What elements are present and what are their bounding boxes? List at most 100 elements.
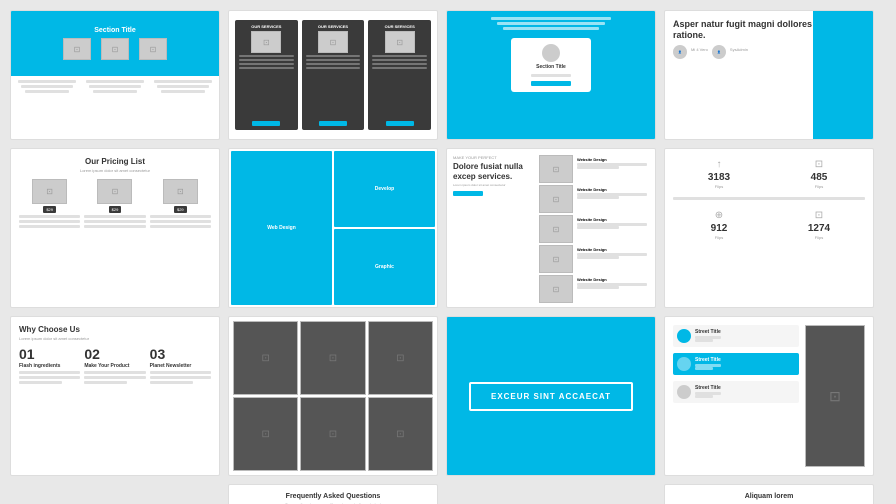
mosaic-cell-4: ⊡ bbox=[233, 397, 298, 471]
pricing-lines-2 bbox=[304, 55, 363, 119]
why-choose-inner: Why Choose Us Lorem ipsum dolor sit amet… bbox=[11, 317, 219, 392]
pricing-btn-2[interactable] bbox=[319, 121, 347, 126]
card-why-choose: Why Choose Us Lorem ipsum dolor sit amet… bbox=[10, 316, 220, 476]
card-cta: EXCEUR SINT ACCAECAT bbox=[446, 316, 656, 476]
services-img-row-3: ⊡ Website Design bbox=[539, 215, 649, 243]
modal-cta-btn[interactable] bbox=[531, 81, 571, 86]
price-col-3: ⊡ $29 bbox=[150, 179, 211, 228]
services-btn[interactable] bbox=[453, 191, 483, 196]
price-badge-2: $29 bbox=[109, 206, 122, 213]
pricing-item-1: OUR SERVICES ⊡ bbox=[235, 20, 298, 130]
services-img-row-1: ⊡ Website Design bbox=[539, 155, 649, 183]
price-lines-3 bbox=[150, 215, 211, 228]
mosaic-cell-5: ⊡ bbox=[300, 397, 365, 471]
stat-label-4: Flips bbox=[815, 235, 823, 240]
services-sub: Lorem ipsum dolor sit amet consectetur bbox=[453, 183, 533, 187]
card-stats-numbers: ↑ 3183 Flips ⊡ 485 Flips ⊕ 912 Flips bbox=[664, 148, 874, 308]
service-img-2: ⊡ bbox=[539, 185, 573, 213]
stat-icon-2: ⊡ bbox=[812, 157, 826, 171]
aliquam-inner: Aliquam lorem Propsent su. Business clie… bbox=[665, 485, 873, 504]
why-lines-1 bbox=[19, 371, 80, 384]
dark-mosaic-inner: ⊡ ⊡ ⊡ ⊡ ⊡ ⊡ bbox=[229, 317, 437, 475]
stat-label-1: Flips bbox=[715, 184, 723, 189]
stat-item-3: ⊕ 912 Flips bbox=[673, 208, 765, 240]
pricing-list-inner: Our Pricing List Lorem ipsum dolor sit a… bbox=[11, 149, 219, 236]
card-services: MAKE YOUR PERFECT Dolore fusiat nulla ex… bbox=[446, 148, 656, 308]
mosaic-cell-2: ⊡ bbox=[300, 321, 365, 395]
why-sub: Lorem ipsum dolor sit amet consectetur bbox=[19, 336, 211, 341]
why-lines-2 bbox=[84, 371, 145, 384]
pricing-header-2: OUR SERVICES bbox=[318, 24, 348, 29]
feature-dark-left: Street Title Street Title bbox=[673, 325, 799, 467]
why-title: Why Choose Us bbox=[19, 325, 211, 334]
card-web-design: Web Design Develop Graphic bbox=[228, 148, 438, 308]
card-faq: Frequently Asked Questions Cum sociis na… bbox=[228, 484, 438, 504]
hero-icon-1: ⊡ bbox=[63, 38, 91, 60]
pricing-lines-3 bbox=[370, 55, 429, 119]
stats-users: 👤 Mi 4 Vero 👤 SysAdmin bbox=[673, 45, 813, 59]
hero-icons-row: ⊡ ⊡ ⊡ bbox=[63, 38, 167, 60]
modal-box: Section Title bbox=[511, 38, 591, 92]
pricing-btn-1[interactable] bbox=[252, 121, 280, 126]
pricing-item-2: OUR SERVICES ⊡ bbox=[302, 20, 365, 130]
stat-number-2: 485 bbox=[811, 172, 828, 183]
service-label-2: Website Design bbox=[575, 185, 649, 213]
stat-item-1: ↑ 3183 Flips bbox=[673, 157, 765, 189]
web-design-cell-2: Develop bbox=[334, 151, 435, 227]
pricing-list-cols: ⊡ $29 ⊡ $29 ⊡ $29 bbox=[19, 179, 211, 228]
services-img-row-4: ⊡ Website Design bbox=[539, 245, 649, 273]
services-right: ⊡ Website Design ⊡ Website Design ⊡ bbox=[539, 155, 649, 303]
card-hero-modal: Section Title bbox=[446, 10, 656, 140]
hero-modal-bg: Section Title bbox=[447, 11, 655, 139]
stat-icon-4: ⊡ bbox=[812, 208, 826, 222]
why-num-3: 03 bbox=[150, 347, 211, 361]
service-label-1: Website Design bbox=[575, 155, 649, 183]
hero-modal-text bbox=[491, 17, 611, 30]
stat-number-3: 912 bbox=[711, 223, 728, 234]
why-num-title-2: Make Your Product bbox=[84, 363, 145, 369]
service-label-3: Website Design bbox=[575, 215, 649, 243]
services-eyebrow: MAKE YOUR PERFECT bbox=[453, 155, 533, 160]
pricing-list-title: Our Pricing List bbox=[19, 157, 211, 166]
card-hero-bottom bbox=[11, 76, 219, 97]
pricing-img-1: ⊡ bbox=[251, 31, 281, 53]
feature-text-block-2: Street Title bbox=[695, 357, 721, 370]
feature-right-img: ⊡ bbox=[805, 325, 865, 467]
service-img-4: ⊡ bbox=[539, 245, 573, 273]
feature-title-1: Street Title bbox=[695, 329, 721, 335]
web-design-inner: Web Design Develop Graphic bbox=[229, 149, 437, 307]
why-num-title-3: Planet Newsletter bbox=[150, 363, 211, 369]
why-num-1: 01 bbox=[19, 347, 80, 361]
why-col-2: 02 Make Your Product bbox=[84, 347, 145, 384]
cta-btn[interactable]: EXCEUR SINT ACCAECAT bbox=[469, 382, 633, 411]
services-left: MAKE YOUR PERFECT Dolore fusiat nulla ex… bbox=[453, 155, 533, 303]
price-col-1: ⊡ $29 bbox=[19, 179, 80, 228]
feature-icon-1 bbox=[677, 329, 691, 343]
card-pricing-list: Our Pricing List Lorem ipsum dolor sit a… bbox=[10, 148, 220, 308]
pricing-img-2: ⊡ bbox=[318, 31, 348, 53]
feature-item-1: Street Title bbox=[673, 325, 799, 347]
price-lines-2 bbox=[84, 215, 145, 228]
faq-inner: Frequently Asked Questions Cum sociis na… bbox=[229, 485, 437, 504]
user-label-2: SysAdmin bbox=[730, 47, 748, 59]
faq-title: Frequently Asked Questions bbox=[237, 493, 429, 500]
price-img-1: ⊡ bbox=[32, 179, 67, 204]
feature-icon-3 bbox=[677, 385, 691, 399]
why-num-title-1: Flash ingredients bbox=[19, 363, 80, 369]
user-avatar-1: 👤 bbox=[673, 45, 687, 59]
feature-item-3: Street Title bbox=[673, 381, 799, 403]
why-col-3: 03 Planet Newsletter bbox=[150, 347, 211, 384]
web-design-cell-1: Web Design bbox=[231, 151, 332, 305]
card-aliquam: Aliquam lorem Propsent su. Business clie… bbox=[664, 484, 874, 504]
feature-item-2: Street Title bbox=[673, 353, 799, 375]
why-cols: 01 Flash ingredients 02 Make Your Produc… bbox=[19, 347, 211, 384]
feature-icon-2 bbox=[677, 357, 691, 371]
price-img-3: ⊡ bbox=[163, 179, 198, 204]
main-grid: Section Title ⊡ ⊡ ⊡ bbox=[0, 0, 896, 504]
pricing-header-3: OUR SERVICES bbox=[385, 24, 415, 29]
services-img-row-2: ⊡ Website Design bbox=[539, 185, 649, 213]
stat-number-1: 3183 bbox=[708, 172, 730, 183]
card-dark-mosaic: ⊡ ⊡ ⊡ ⊡ ⊡ ⊡ bbox=[228, 316, 438, 476]
card-hero-top: Section Title ⊡ ⊡ ⊡ bbox=[11, 11, 219, 76]
pricing-btn-3[interactable] bbox=[386, 121, 414, 126]
